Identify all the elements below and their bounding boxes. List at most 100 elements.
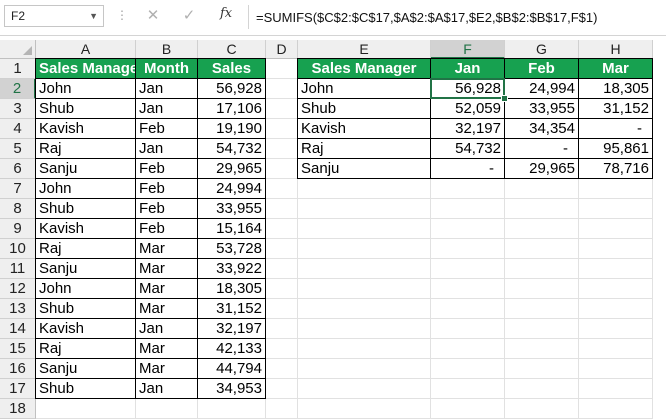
column-header-b[interactable]: B — [136, 40, 198, 59]
source-header-cell[interactable]: Sales Manager — [35, 58, 136, 79]
sales-cell[interactable]: 32,197 — [197, 318, 266, 339]
row-header-14[interactable]: 14 — [0, 319, 36, 339]
manager-cell[interactable]: Shub — [35, 198, 136, 219]
manager-cell[interactable]: Shub — [35, 98, 136, 119]
summary-value-cell[interactable]: 33,955 — [504, 98, 579, 119]
summary-manager-cell[interactable]: Shub — [297, 98, 431, 119]
month-cell[interactable]: Feb — [135, 158, 198, 179]
manager-cell[interactable]: Shub — [35, 378, 136, 399]
column-header-g[interactable]: G — [505, 40, 579, 59]
manager-cell[interactable]: Raj — [35, 138, 136, 159]
row-header-4[interactable]: 4 — [0, 119, 36, 139]
month-cell[interactable]: Mar — [135, 278, 198, 299]
manager-cell[interactable]: John — [35, 78, 136, 99]
sales-cell[interactable]: 34,953 — [197, 378, 266, 399]
summary-manager-cell[interactable]: Kavish — [297, 118, 431, 139]
month-cell[interactable]: Feb — [135, 218, 198, 239]
summary-header-cell[interactable]: Feb — [504, 58, 579, 79]
summary-value-cell[interactable]: - — [504, 138, 579, 159]
sales-cell[interactable]: 42,133 — [197, 338, 266, 359]
manager-cell[interactable]: John — [35, 278, 136, 299]
month-cell[interactable]: Jan — [135, 78, 198, 99]
summary-value-cell[interactable]: 78,716 — [578, 158, 653, 179]
row-header-11[interactable]: 11 — [0, 259, 36, 279]
row-header-5[interactable]: 5 — [0, 139, 36, 159]
manager-cell[interactable]: Sanju — [35, 358, 136, 379]
month-cell[interactable]: Jan — [135, 318, 198, 339]
summary-header-cell[interactable]: Mar — [578, 58, 653, 79]
row-header-3[interactable]: 3 — [0, 99, 36, 119]
enter-icon[interactable]: ✓ — [178, 6, 200, 26]
manager-cell[interactable]: Kavish — [35, 318, 136, 339]
manager-cell[interactable]: Raj — [35, 338, 136, 359]
row-header-8[interactable]: 8 — [0, 199, 36, 219]
summary-value-cell[interactable]: 95,861 — [578, 138, 653, 159]
row-header-18[interactable]: 18 — [0, 399, 36, 419]
summary-header-cell[interactable]: Sales Manager — [297, 58, 431, 79]
summary-value-cell[interactable]: 24,994 — [504, 78, 579, 99]
month-cell[interactable]: Jan — [135, 98, 198, 119]
month-cell[interactable]: Feb — [135, 198, 198, 219]
column-header-a[interactable]: A — [36, 40, 136, 59]
summary-manager-cell[interactable]: Sanju — [297, 158, 431, 179]
month-cell[interactable]: Mar — [135, 238, 198, 259]
row-header-2[interactable]: 2 — [0, 79, 36, 99]
row-header-17[interactable]: 17 — [0, 379, 36, 399]
sales-cell[interactable]: 15,164 — [197, 218, 266, 239]
sales-cell[interactable]: 29,965 — [197, 158, 266, 179]
insert-function-icon[interactable]: fx — [220, 6, 232, 21]
row-header-9[interactable]: 9 — [0, 219, 36, 239]
sales-cell[interactable]: 31,152 — [197, 298, 266, 319]
month-cell[interactable]: Mar — [135, 298, 198, 319]
sales-cell[interactable]: 44,794 — [197, 358, 266, 379]
chevron-down-icon[interactable]: ▼ — [89, 6, 98, 26]
manager-cell[interactable]: John — [35, 178, 136, 199]
column-header-d[interactable]: D — [266, 40, 298, 59]
row-header-1[interactable]: 1 — [0, 59, 36, 79]
month-cell[interactable]: Mar — [135, 338, 198, 359]
row-header-15[interactable]: 15 — [0, 339, 36, 359]
select-all-corner[interactable] — [0, 40, 36, 59]
column-header-f[interactable]: F — [431, 40, 505, 59]
sales-cell[interactable]: 17,106 — [197, 98, 266, 119]
source-header-cell[interactable]: Month — [135, 58, 198, 79]
column-header-c[interactable]: C — [198, 40, 266, 59]
summary-value-cell[interactable]: - — [430, 158, 505, 179]
summary-value-cell[interactable]: 34,354 — [504, 118, 579, 139]
row-header-10[interactable]: 10 — [0, 239, 36, 259]
month-cell[interactable]: Jan — [135, 378, 198, 399]
source-header-cell[interactable]: Sales — [197, 58, 266, 79]
month-cell[interactable]: Feb — [135, 178, 198, 199]
sales-cell[interactable]: 18,305 — [197, 278, 266, 299]
row-header-12[interactable]: 12 — [0, 279, 36, 299]
row-header-7[interactable]: 7 — [0, 179, 36, 199]
sales-cell[interactable]: 19,190 — [197, 118, 266, 139]
cancel-icon[interactable]: ✕ — [142, 6, 164, 26]
summary-value-cell[interactable]: 52,059 — [430, 98, 505, 119]
summary-manager-cell[interactable]: Raj — [297, 138, 431, 159]
active-cell-f2[interactable]: 56,928 — [430, 78, 505, 99]
month-cell[interactable]: Mar — [135, 358, 198, 379]
manager-cell[interactable]: Raj — [35, 238, 136, 259]
summary-value-cell[interactable]: 18,305 — [578, 78, 653, 99]
row-header-6[interactable]: 6 — [0, 159, 36, 179]
sales-cell[interactable]: 33,955 — [197, 198, 266, 219]
summary-value-cell[interactable]: 32,197 — [430, 118, 505, 139]
manager-cell[interactable]: Shub — [35, 298, 136, 319]
column-header-e[interactable]: E — [298, 40, 431, 59]
summary-manager-cell[interactable]: John — [297, 78, 431, 99]
manager-cell[interactable]: Kavish — [35, 118, 136, 139]
row-header-13[interactable]: 13 — [0, 299, 36, 319]
formula-input[interactable]: =SUMIFS($C$2:$C$17,$A$2:$A$17,$E2,$B$2:$… — [256, 0, 597, 35]
summary-header-cell[interactable]: Jan — [430, 58, 505, 79]
month-cell[interactable]: Jan — [135, 138, 198, 159]
fill-handle[interactable] — [501, 95, 508, 102]
name-box[interactable]: F2 ▼ — [4, 5, 104, 27]
manager-cell[interactable]: Sanju — [35, 258, 136, 279]
summary-value-cell[interactable]: 29,965 — [504, 158, 579, 179]
month-cell[interactable]: Feb — [135, 118, 198, 139]
summary-value-cell[interactable]: 31,152 — [578, 98, 653, 119]
manager-cell[interactable]: Sanju — [35, 158, 136, 179]
summary-value-cell[interactable]: 54,732 — [430, 138, 505, 159]
sales-cell[interactable]: 53,728 — [197, 238, 266, 259]
